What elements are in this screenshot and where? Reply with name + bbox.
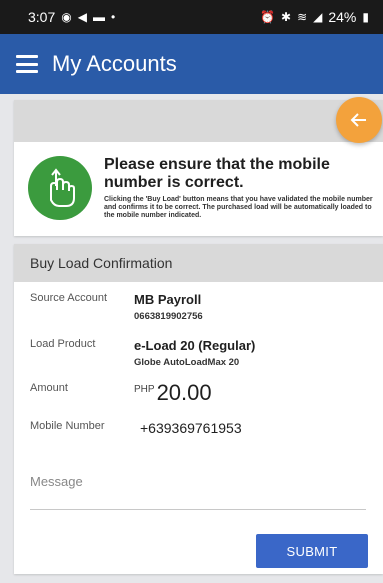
status-time: 3:07: [28, 9, 56, 25]
source-account-row: Source Account MB Payroll 0663819902756: [30, 292, 373, 322]
chat-notification-icon: ◉: [61, 10, 72, 24]
notice-body: Please ensure that the mobile number is …: [14, 142, 383, 220]
load-product-name: e-Load 20 (Regular): [134, 338, 256, 353]
source-account-label: Source Account: [30, 292, 108, 304]
hand-tap-icon: [28, 156, 92, 220]
load-product-row: Load Product e-Load 20 (Regular) Globe A…: [30, 338, 373, 368]
battery-icon: ▮: [362, 10, 369, 24]
mobile-number-value: +639369761953: [140, 420, 242, 436]
amount-label: Amount: [30, 382, 68, 394]
notice-title: Please ensure that the mobile number is …: [104, 156, 330, 191]
battery-percent: 24%: [328, 9, 357, 25]
wifi-icon: ≋: [297, 10, 308, 24]
alarm-icon: ⏰: [260, 10, 275, 24]
submit-button[interactable]: SUBMIT: [256, 534, 368, 568]
back-button[interactable]: [336, 97, 382, 143]
notice-header: [14, 100, 383, 142]
load-product-label: Load Product: [30, 338, 96, 350]
arrow-left-icon: [350, 113, 366, 127]
hamburger-icon[interactable]: [16, 55, 38, 73]
amount-row: Amount PHP 20.00: [30, 382, 373, 404]
notice-card: Please ensure that the mobile number is …: [14, 100, 383, 236]
message-notification-icon: ▬: [92, 10, 105, 24]
notice-description: Clicking the 'Buy Load' button means tha…: [104, 196, 373, 219]
confirmation-header: Buy Load Confirmation: [14, 244, 383, 282]
message-input[interactable]: Message: [30, 470, 366, 510]
load-product-detail: Globe AutoLoadMax 20: [134, 357, 240, 368]
mobile-number-label: Mobile Number: [30, 420, 105, 432]
signal-icon: ◢: [313, 10, 323, 24]
source-account-name: MB Payroll: [134, 292, 202, 307]
bluetooth-icon: ✱: [281, 10, 292, 24]
amount-currency: PHP: [134, 384, 155, 395]
status-bar: 3:07 ◉ ◀ ▬ • ⏰ ✱ ≋ ◢ 24% ▮: [0, 0, 383, 34]
amount-value: 20.00: [156, 380, 212, 405]
more-notifications-icon: •: [110, 10, 116, 24]
navigation-notification-icon: ◀: [77, 10, 87, 24]
buy-load-confirmation-card: Buy Load Confirmation Source Account MB …: [14, 244, 383, 574]
app-bar: My Accounts: [0, 34, 383, 94]
mobile-number-row: Mobile Number +639369761953: [30, 420, 373, 436]
source-account-number: 0663819902756: [134, 311, 203, 322]
notice-text: Please ensure that the mobile number is …: [104, 150, 377, 220]
page-title: My Accounts: [52, 51, 177, 76]
